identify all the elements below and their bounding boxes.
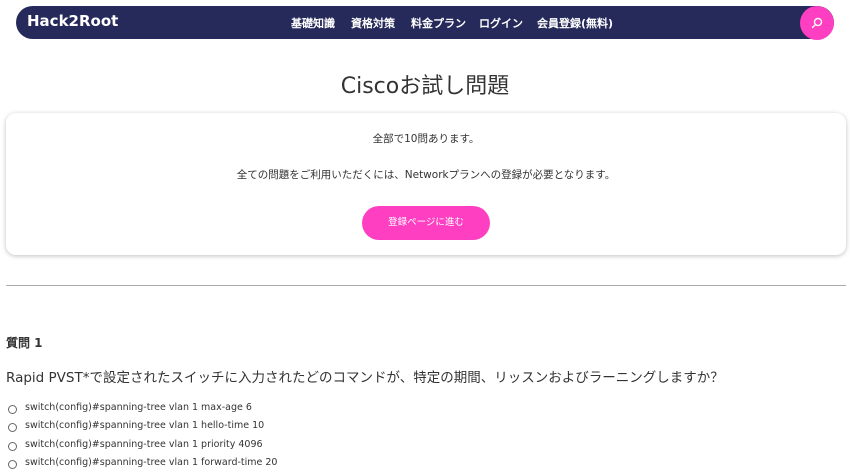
- radio-button[interactable]: [8, 423, 17, 432]
- nav-item-login[interactable]: ログイン: [479, 15, 523, 31]
- plan-notice-text: 全ての問題をご利用いただくには、Networkプランへの登録が必要となります。: [236, 169, 616, 181]
- answer-label: switch(config)#spanning-tree vlan 1 max-…: [25, 402, 252, 413]
- nav-item-basics[interactable]: 基礎知識: [291, 15, 335, 31]
- radio-button[interactable]: [8, 460, 17, 469]
- nav-item-register[interactable]: 会員登録(無料): [537, 15, 613, 31]
- question-heading: 質問 1: [6, 336, 43, 350]
- search-button[interactable]: [800, 6, 834, 40]
- page-title: Ciscoお試し問題: [340, 74, 510, 99]
- radio-button[interactable]: [8, 442, 17, 451]
- nav-item-pricing[interactable]: 料金プラン: [411, 15, 466, 31]
- nav-item-certification[interactable]: 資格対策: [351, 15, 395, 31]
- info-card: 全部で10問あります。 全ての問題をご利用いただくには、Networkプランへの…: [6, 113, 846, 255]
- section-divider: [6, 285, 846, 286]
- site-logo[interactable]: Hack2Root: [27, 12, 118, 30]
- register-button[interactable]: 登録ページに進む: [362, 206, 490, 240]
- radio-button[interactable]: [8, 405, 17, 414]
- answer-label: switch(config)#spanning-tree vlan 1 hell…: [25, 420, 265, 431]
- answer-label: switch(config)#spanning-tree vlan 1 prio…: [25, 439, 263, 450]
- answer-label: switch(config)#spanning-tree vlan 1 forw…: [25, 457, 278, 468]
- question-count-text: 全部で10問あります。: [372, 133, 480, 145]
- search-icon: [811, 17, 823, 29]
- site-header: Hack2Root 基礎知識 資格対策 料金プラン ログイン 会員登録(無料): [16, 6, 834, 40]
- question-text: Rapid PVST*で設定されたスイッチに入力されたどのコマンドが、特定の期間…: [6, 370, 724, 386]
